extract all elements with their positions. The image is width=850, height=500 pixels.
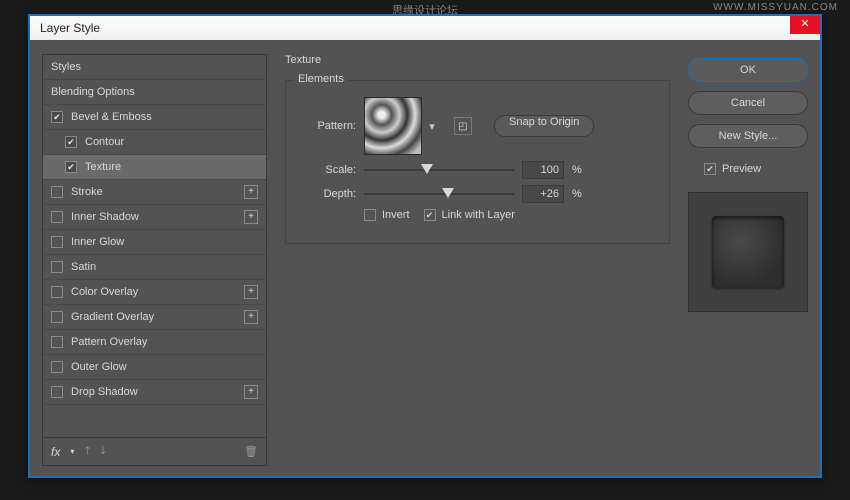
style-label: Bevel & Emboss bbox=[71, 111, 152, 123]
style-row-pattern-overlay[interactable]: Pattern Overlay bbox=[43, 330, 266, 355]
style-row-texture[interactable]: ✔ Texture bbox=[43, 155, 266, 180]
style-label: Stroke bbox=[71, 186, 103, 198]
depth-label: Depth: bbox=[300, 188, 356, 200]
elements-group: Elements Pattern: ▾ ◰ Snap to Origin Sca… bbox=[285, 80, 670, 244]
checkbox-icon[interactable] bbox=[51, 311, 63, 323]
style-label: Drop Shadow bbox=[71, 386, 138, 398]
preview-checkbox[interactable]: ✔ Preview bbox=[704, 163, 808, 175]
new-preset-icon[interactable]: ◰ bbox=[454, 117, 472, 135]
pattern-label: Pattern: bbox=[300, 120, 356, 132]
section-title: Texture bbox=[285, 54, 670, 66]
link-label: Link with Layer bbox=[442, 209, 515, 221]
checkbox-icon[interactable] bbox=[51, 336, 63, 348]
style-row-contour[interactable]: ✔ Contour bbox=[43, 130, 266, 155]
fx-menu[interactable]: fx bbox=[51, 445, 60, 459]
titlebar[interactable]: Layer Style ✕ bbox=[30, 16, 820, 40]
style-label: Texture bbox=[85, 161, 121, 173]
style-row-outer-glow[interactable]: Outer Glow bbox=[43, 355, 266, 380]
depth-input[interactable]: +26 bbox=[522, 185, 564, 203]
style-row-styles[interactable]: Styles bbox=[43, 55, 266, 80]
scale-unit: % bbox=[572, 164, 588, 176]
style-row-color-overlay[interactable]: Color Overlay + bbox=[43, 280, 266, 305]
checkbox-icon[interactable] bbox=[51, 186, 63, 198]
style-label: Satin bbox=[71, 261, 96, 273]
style-row-inner-glow[interactable]: Inner Glow bbox=[43, 230, 266, 255]
scale-input[interactable]: 100 bbox=[522, 161, 564, 179]
layer-style-dialog: Layer Style ✕ Styles Blending Options ✔ Bev… bbox=[28, 14, 822, 478]
style-row-drop-shadow[interactable]: Drop Shadow + bbox=[43, 380, 266, 405]
link-with-layer-checkbox[interactable]: ✔ Link with Layer bbox=[424, 209, 515, 221]
checkbox-icon[interactable] bbox=[51, 361, 63, 373]
fx-dropdown-icon[interactable]: ▾ bbox=[70, 447, 74, 456]
style-row-inner-shadow[interactable]: Inner Shadow + bbox=[43, 205, 266, 230]
right-column: OK Cancel New Style... ✔ Preview bbox=[688, 54, 808, 466]
trash-icon[interactable]: 🗑 bbox=[244, 445, 258, 458]
checkbox-icon[interactable] bbox=[51, 236, 63, 248]
new-style-button[interactable]: New Style... bbox=[688, 124, 808, 148]
style-label: Contour bbox=[85, 136, 124, 148]
group-legend: Elements bbox=[294, 73, 348, 85]
add-effect-icon[interactable]: + bbox=[244, 385, 258, 399]
add-effect-icon[interactable]: + bbox=[244, 185, 258, 199]
checkbox-icon[interactable]: ✔ bbox=[51, 111, 63, 123]
style-row-satin[interactable]: Satin bbox=[43, 255, 266, 280]
cancel-button[interactable]: Cancel bbox=[688, 91, 808, 115]
depth-unit: % bbox=[572, 188, 588, 200]
style-label: Pattern Overlay bbox=[71, 336, 147, 348]
style-label: Gradient Overlay bbox=[71, 311, 154, 323]
style-label: Blending Options bbox=[51, 86, 135, 98]
checkbox-icon[interactable] bbox=[51, 386, 63, 398]
preview-label: Preview bbox=[722, 163, 761, 175]
style-label: Color Overlay bbox=[71, 286, 138, 298]
settings-panel: Texture Elements Pattern: ▾ ◰ Snap to Or… bbox=[279, 54, 676, 466]
ok-button[interactable]: OK bbox=[688, 58, 808, 82]
scale-slider[interactable] bbox=[364, 163, 514, 177]
styles-column: Styles Blending Options ✔ Bevel & Emboss ✔ Co… bbox=[42, 54, 267, 466]
add-effect-icon[interactable]: + bbox=[244, 310, 258, 324]
preview-swatch bbox=[712, 216, 784, 288]
snap-to-origin-button[interactable]: Snap to Origin bbox=[494, 115, 594, 137]
scale-label: Scale: bbox=[300, 164, 356, 176]
checkbox-icon[interactable] bbox=[51, 211, 63, 223]
checkbox-icon[interactable]: ✔ bbox=[65, 161, 77, 173]
styles-footer: fx ▾ 🡑 🡓 🗑 bbox=[42, 438, 267, 466]
add-effect-icon[interactable]: + bbox=[244, 285, 258, 299]
checkbox-icon[interactable] bbox=[51, 261, 63, 273]
style-label: Inner Shadow bbox=[71, 211, 139, 223]
checkbox-icon[interactable]: ✔ bbox=[65, 136, 77, 148]
close-button[interactable]: ✕ bbox=[790, 16, 820, 34]
pattern-picker[interactable] bbox=[364, 97, 422, 155]
checkbox-icon[interactable] bbox=[51, 286, 63, 298]
style-row-bevel-emboss[interactable]: ✔ Bevel & Emboss bbox=[43, 105, 266, 130]
style-label: Inner Glow bbox=[71, 236, 124, 248]
dialog-title: Layer Style bbox=[34, 21, 100, 35]
move-up-icon[interactable]: 🡑 bbox=[84, 442, 90, 461]
style-label: Outer Glow bbox=[71, 361, 127, 373]
depth-slider[interactable] bbox=[364, 187, 514, 201]
add-effect-icon[interactable]: + bbox=[244, 210, 258, 224]
preview-box bbox=[688, 192, 808, 312]
style-label: Styles bbox=[51, 61, 81, 73]
watermark-right: WWW.MISSYUAN.COM bbox=[713, 2, 838, 13]
style-row-stroke[interactable]: Stroke + bbox=[43, 180, 266, 205]
styles-list: Styles Blending Options ✔ Bevel & Emboss ✔ Co… bbox=[42, 54, 267, 438]
style-row-gradient-overlay[interactable]: Gradient Overlay + bbox=[43, 305, 266, 330]
style-row-blending-options[interactable]: Blending Options bbox=[43, 80, 266, 105]
invert-label: Invert bbox=[382, 209, 410, 221]
invert-checkbox[interactable]: Invert bbox=[364, 209, 410, 221]
pattern-dropdown-icon[interactable]: ▾ bbox=[426, 97, 438, 155]
move-down-icon[interactable]: 🡓 bbox=[100, 442, 106, 461]
